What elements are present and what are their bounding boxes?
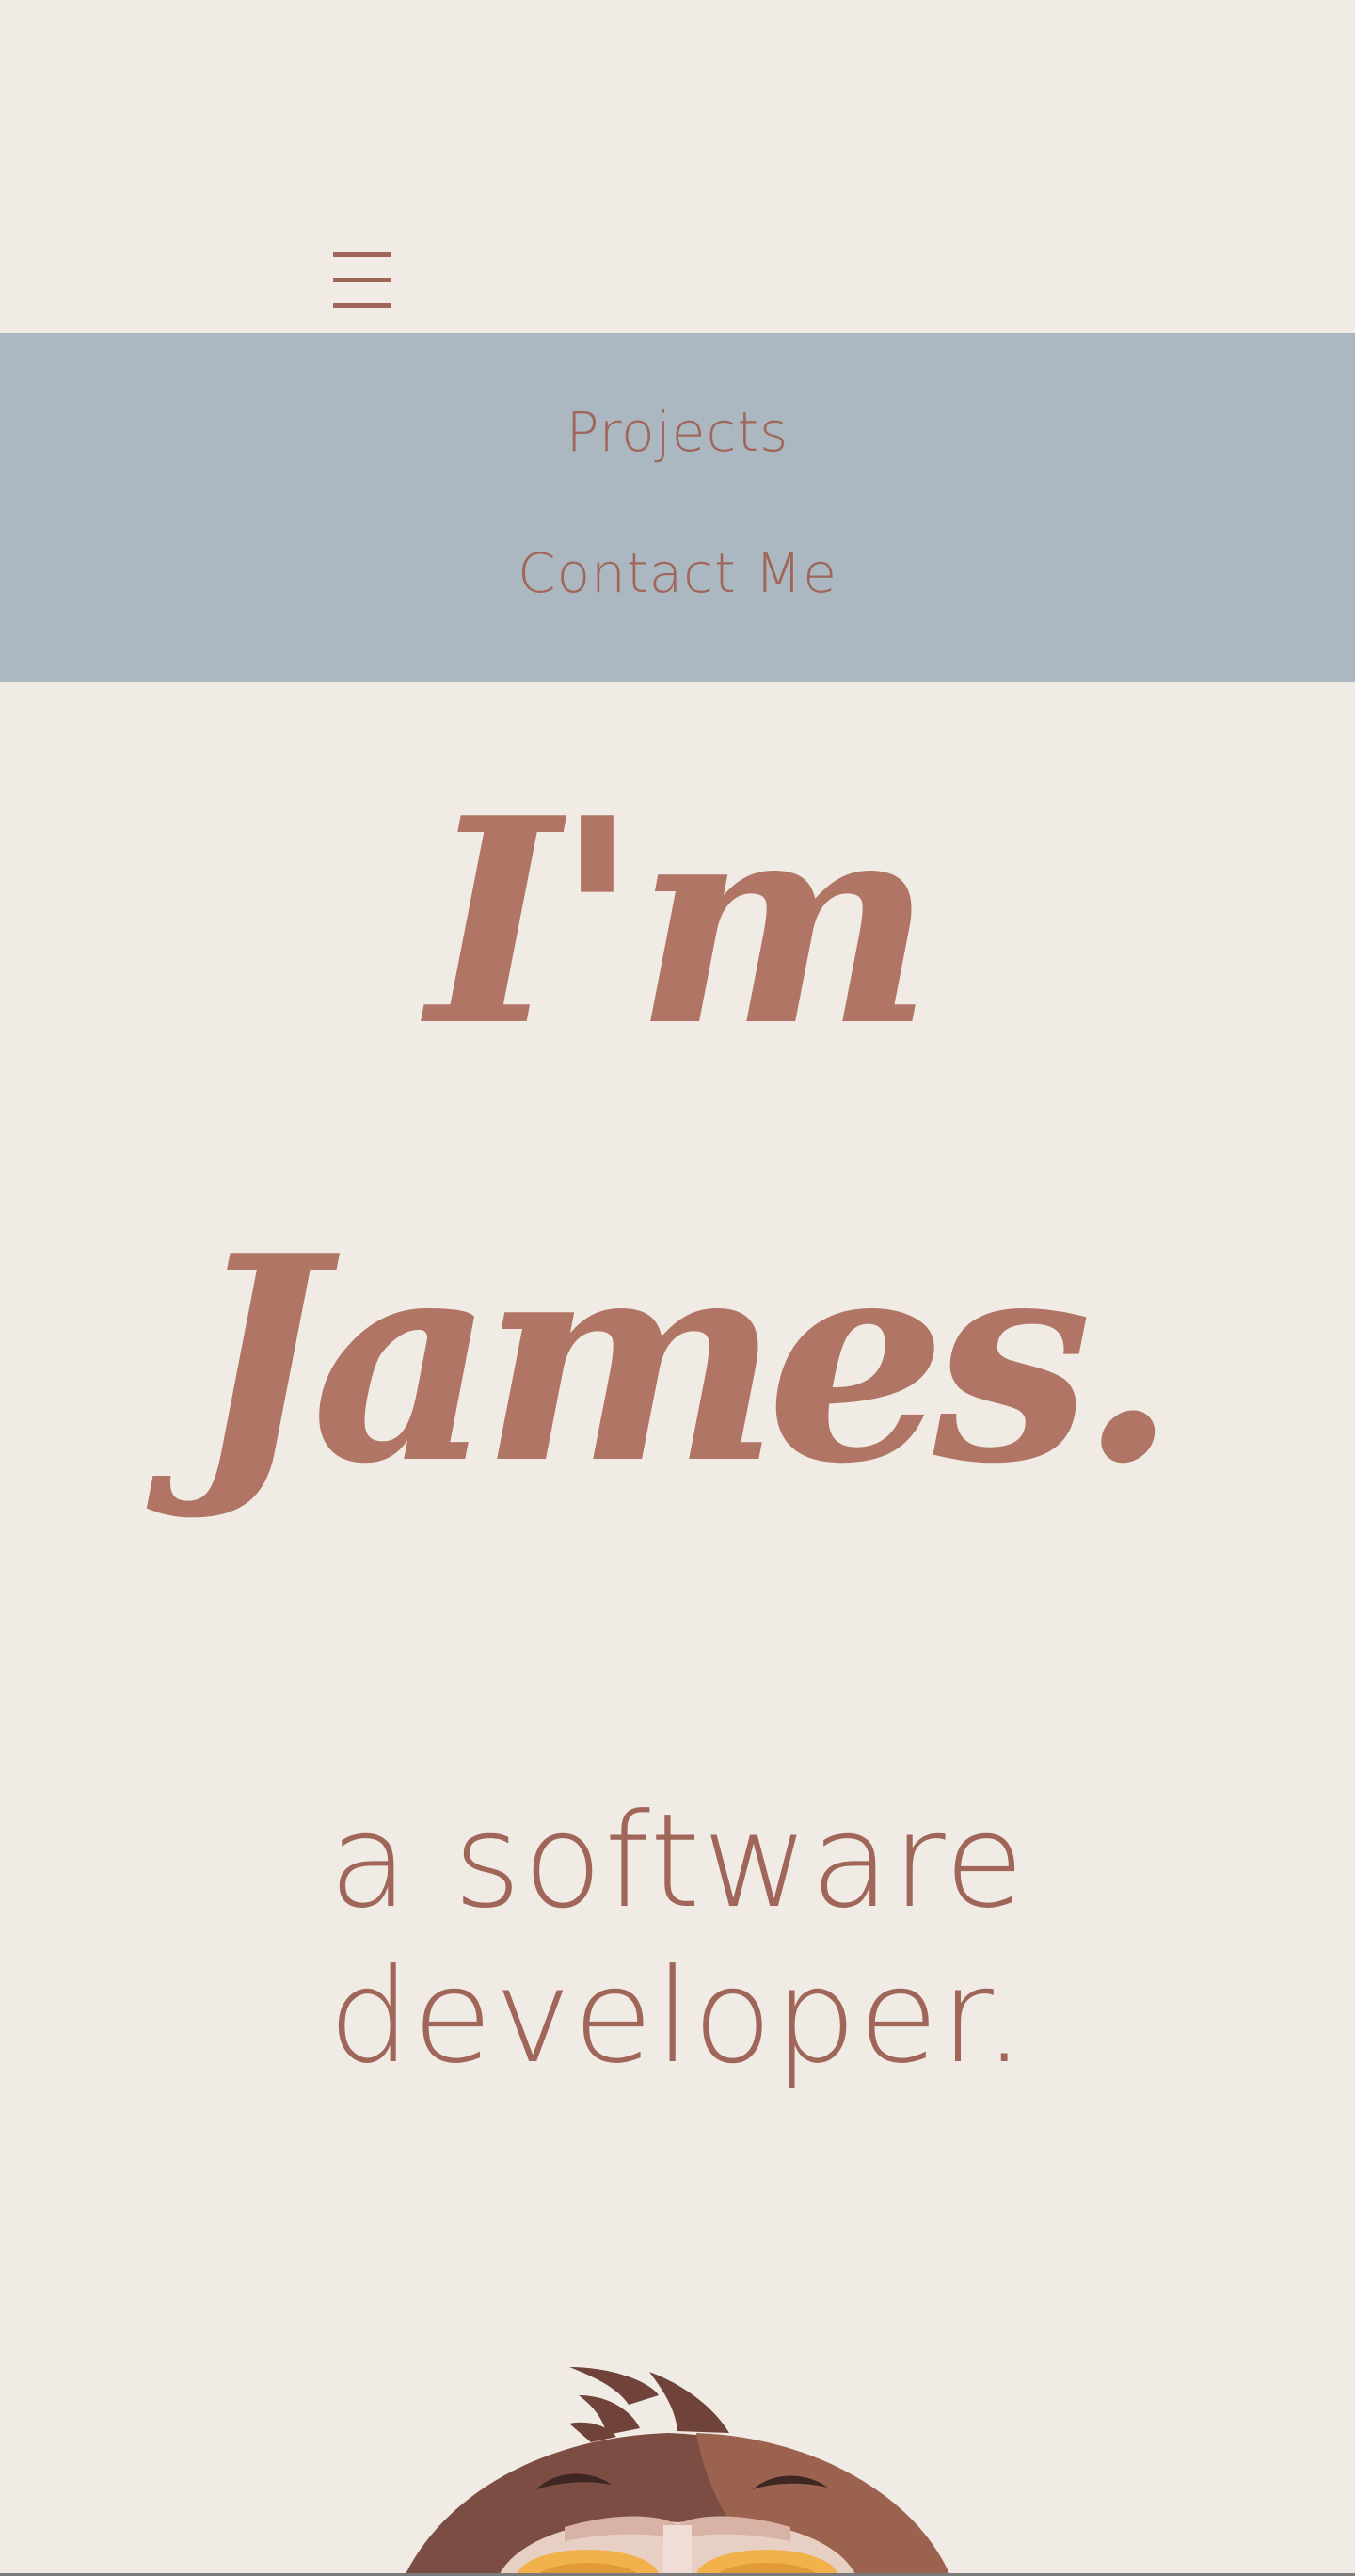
avatar-illustration xyxy=(405,2367,950,2576)
menu-bar-bottom xyxy=(333,303,391,308)
avatar xyxy=(376,2358,979,2576)
menu-bar-middle xyxy=(333,278,391,282)
hero-role: a software developer. xyxy=(0,1784,1355,2094)
menu-bar-top xyxy=(333,252,391,257)
nav-link-contact-me[interactable]: Contact Me xyxy=(0,540,1355,606)
navigation-dropdown: Projects Contact Me xyxy=(0,333,1355,682)
hero-name: James. xyxy=(191,1193,1177,1526)
hero-role-line-1: a software xyxy=(328,1785,1027,1937)
hamburger-menu-icon[interactable] xyxy=(331,250,393,311)
nav-link-projects[interactable]: Projects xyxy=(0,399,1355,465)
hero-greeting: I'm xyxy=(427,756,933,1088)
hero-role-line-2: developer. xyxy=(327,1941,1028,2092)
